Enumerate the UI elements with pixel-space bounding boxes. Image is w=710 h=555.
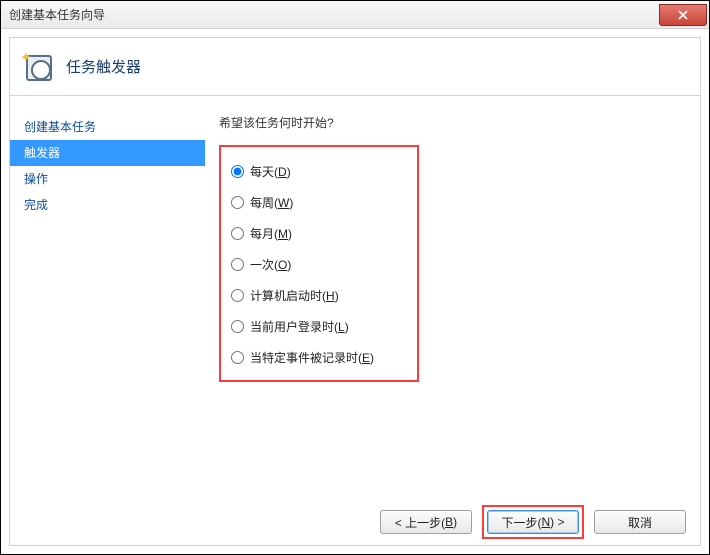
close-button[interactable] xyxy=(659,4,707,26)
trigger-question: 希望该任务何时开始? xyxy=(219,114,686,131)
window-title: 创建基本任务向导 xyxy=(9,6,105,23)
radio-input-computer-start[interactable] xyxy=(231,289,244,302)
titlebar: 创建基本任务向导 xyxy=(1,1,709,29)
radio-label-daily: 每天(D) xyxy=(250,163,291,180)
wizard-header: ✦ 任务触发器 xyxy=(10,38,700,96)
radio-weekly[interactable]: 每周(W) xyxy=(231,194,403,211)
radio-label-weekly: 每周(W) xyxy=(250,194,293,211)
close-icon xyxy=(678,10,688,20)
main-area: 希望该任务何时开始? 每天(D) 每周(W) 每月(M) xyxy=(205,96,700,499)
radio-daily[interactable]: 每天(D) xyxy=(231,163,403,180)
radio-label-event-logged: 当特定事件被记录时(E) xyxy=(250,349,374,366)
next-button[interactable]: 下一步(N) > xyxy=(487,510,579,534)
radio-input-event-logged[interactable] xyxy=(231,351,244,364)
task-scheduler-icon: ✦ xyxy=(22,51,54,83)
sidebar-item-finish[interactable]: 完成 xyxy=(10,192,205,218)
radio-input-once[interactable] xyxy=(231,258,244,271)
radio-monthly[interactable]: 每月(M) xyxy=(231,225,403,242)
radio-input-weekly[interactable] xyxy=(231,196,244,209)
wizard-window: 创建基本任务向导 ✦ 任务触发器 创建基本任务 触发器 操作 完成 xyxy=(0,0,710,555)
radio-input-monthly[interactable] xyxy=(231,227,244,240)
radio-input-user-logon[interactable] xyxy=(231,320,244,333)
radio-label-user-logon: 当前用户登录时(L) xyxy=(250,318,349,335)
wizard-body: 创建基本任务 触发器 操作 完成 希望该任务何时开始? 每天(D) 每周(W) xyxy=(10,96,700,499)
trigger-radio-group: 每天(D) 每周(W) 每月(M) 一次(O) xyxy=(219,145,419,382)
sidebar-item-create-task[interactable]: 创建基本任务 xyxy=(10,114,205,140)
next-button-highlight: 下一步(N) > xyxy=(482,505,584,539)
radio-label-monthly: 每月(M) xyxy=(250,225,292,242)
sidebar-item-trigger[interactable]: 触发器 xyxy=(10,140,205,166)
radio-once[interactable]: 一次(O) xyxy=(231,256,403,273)
sidebar-item-action[interactable]: 操作 xyxy=(10,166,205,192)
wizard-footer: < 上一步(B) 下一步(N) > 取消 xyxy=(10,499,700,545)
radio-input-daily[interactable] xyxy=(231,165,244,178)
content-frame: ✦ 任务触发器 创建基本任务 触发器 操作 完成 希望该任务何时开始? 每天(D… xyxy=(9,37,701,546)
radio-event-logged[interactable]: 当特定事件被记录时(E) xyxy=(231,349,403,366)
radio-user-logon[interactable]: 当前用户登录时(L) xyxy=(231,318,403,335)
radio-computer-start[interactable]: 计算机启动时(H) xyxy=(231,287,403,304)
radio-label-computer-start: 计算机启动时(H) xyxy=(250,287,339,304)
page-title: 任务触发器 xyxy=(66,56,141,77)
radio-label-once: 一次(O) xyxy=(250,256,291,273)
back-button[interactable]: < 上一步(B) xyxy=(380,510,472,534)
cancel-button[interactable]: 取消 xyxy=(594,510,686,534)
sidebar: 创建基本任务 触发器 操作 完成 xyxy=(10,96,205,499)
